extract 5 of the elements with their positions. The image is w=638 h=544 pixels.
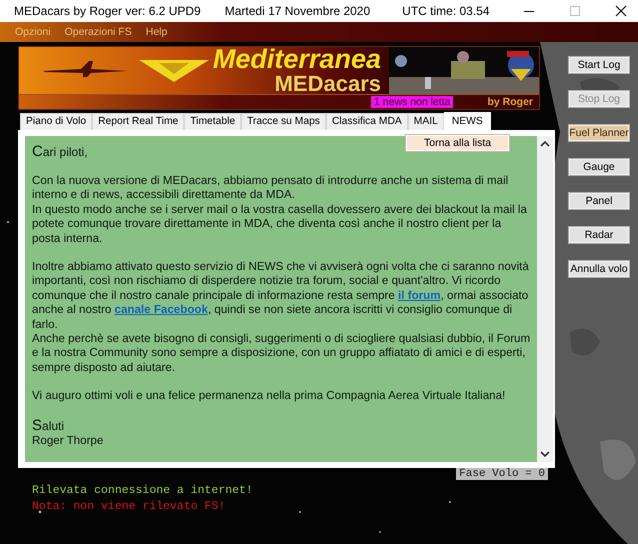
utc-time: UTC time: 03.54: [402, 4, 490, 18]
menu-item[interactable]: Operazioni FS: [58, 24, 139, 40]
date-label: Martedi 17 Novembre 2020: [224, 4, 370, 18]
window-title: MEDacars by Roger ver: 6.2 UPD9: [14, 4, 201, 18]
menu-item[interactable]: Help: [138, 24, 174, 40]
